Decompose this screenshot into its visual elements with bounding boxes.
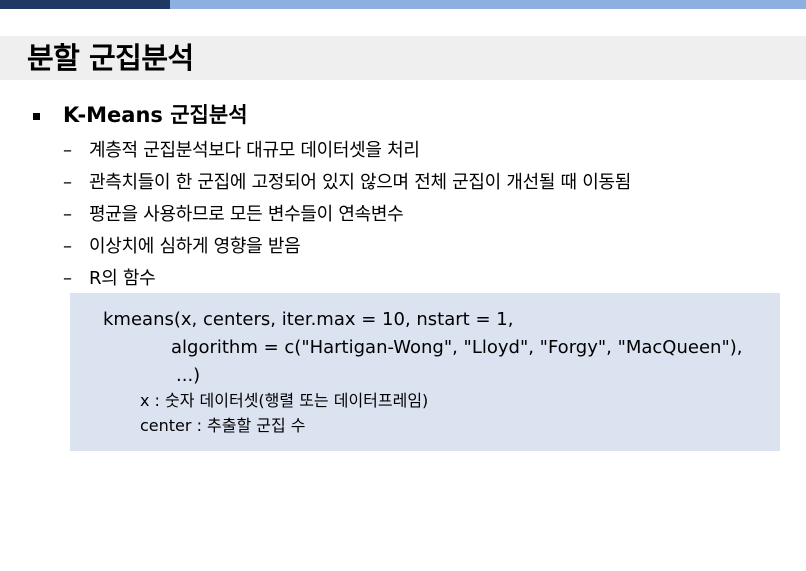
slide: 분할 군집분석 K-Means 군집분석 – 계층적 군집분석보다 대규모 데이…	[0, 0, 806, 571]
dash-bullet-icon: –	[63, 268, 72, 289]
sub-bullet-item: – 평균을 사용하므로 모든 변수들이 연속변수	[63, 199, 631, 231]
sub-bullet-text: R의 함수	[89, 268, 156, 289]
main-bullet-text: K-Means 군집분석	[63, 103, 248, 127]
sub-bullet-item: – 이상치에 심하게 영향을 받음	[63, 231, 631, 263]
sub-bullet-text: 평균을 사용하므로 모든 변수들이 연속변수	[89, 204, 404, 225]
dash-bullet-icon: –	[63, 140, 72, 161]
sub-bullet-list: – 계층적 군집분석보다 대규모 데이터셋을 처리 – 관측치들이 한 군집에 …	[63, 135, 631, 295]
top-accent-bar-light	[170, 0, 806, 9]
sub-bullet-item: – 관측치들이 한 군집에 고정되어 있지 않으며 전체 군집이 개선될 때 이…	[63, 167, 631, 199]
sub-bullet-item: – 계층적 군집분석보다 대규모 데이터셋을 처리	[63, 135, 631, 167]
dash-bullet-icon: –	[63, 236, 72, 257]
dash-bullet-icon: –	[63, 204, 72, 225]
slide-title: 분할 군집분석	[27, 41, 194, 75]
square-bullet-icon	[33, 112, 40, 120]
argument-description-x: x : 숫자 데이터셋(행렬 또는 데이터프레임)	[140, 391, 429, 410]
sub-bullet-text: 계층적 군집분석보다 대규모 데이터셋을 처리	[89, 140, 420, 161]
code-line-kmeans-call: kmeans(x, centers, iter.max = 10, nstart…	[103, 309, 514, 330]
code-line-ellipsis: ...)	[176, 365, 201, 386]
sub-bullet-text: 관측치들이 한 군집에 고정되어 있지 않으며 전체 군집이 개선될 때 이동됨	[89, 172, 632, 193]
code-example-box: kmeans(x, centers, iter.max = 10, nstart…	[70, 293, 780, 451]
code-line-algorithm: algorithm = c("Hartigan-Wong", "Lloyd", …	[171, 337, 743, 358]
main-bullet: K-Means 군집분석	[33, 102, 248, 128]
dash-bullet-icon: –	[63, 172, 72, 193]
top-accent-bar-dark	[0, 0, 170, 9]
sub-bullet-item: – R의 함수	[63, 263, 631, 295]
argument-description-center: center : 추출할 군집 수	[140, 416, 306, 435]
sub-bullet-text: 이상치에 심하게 영향을 받음	[89, 236, 301, 257]
